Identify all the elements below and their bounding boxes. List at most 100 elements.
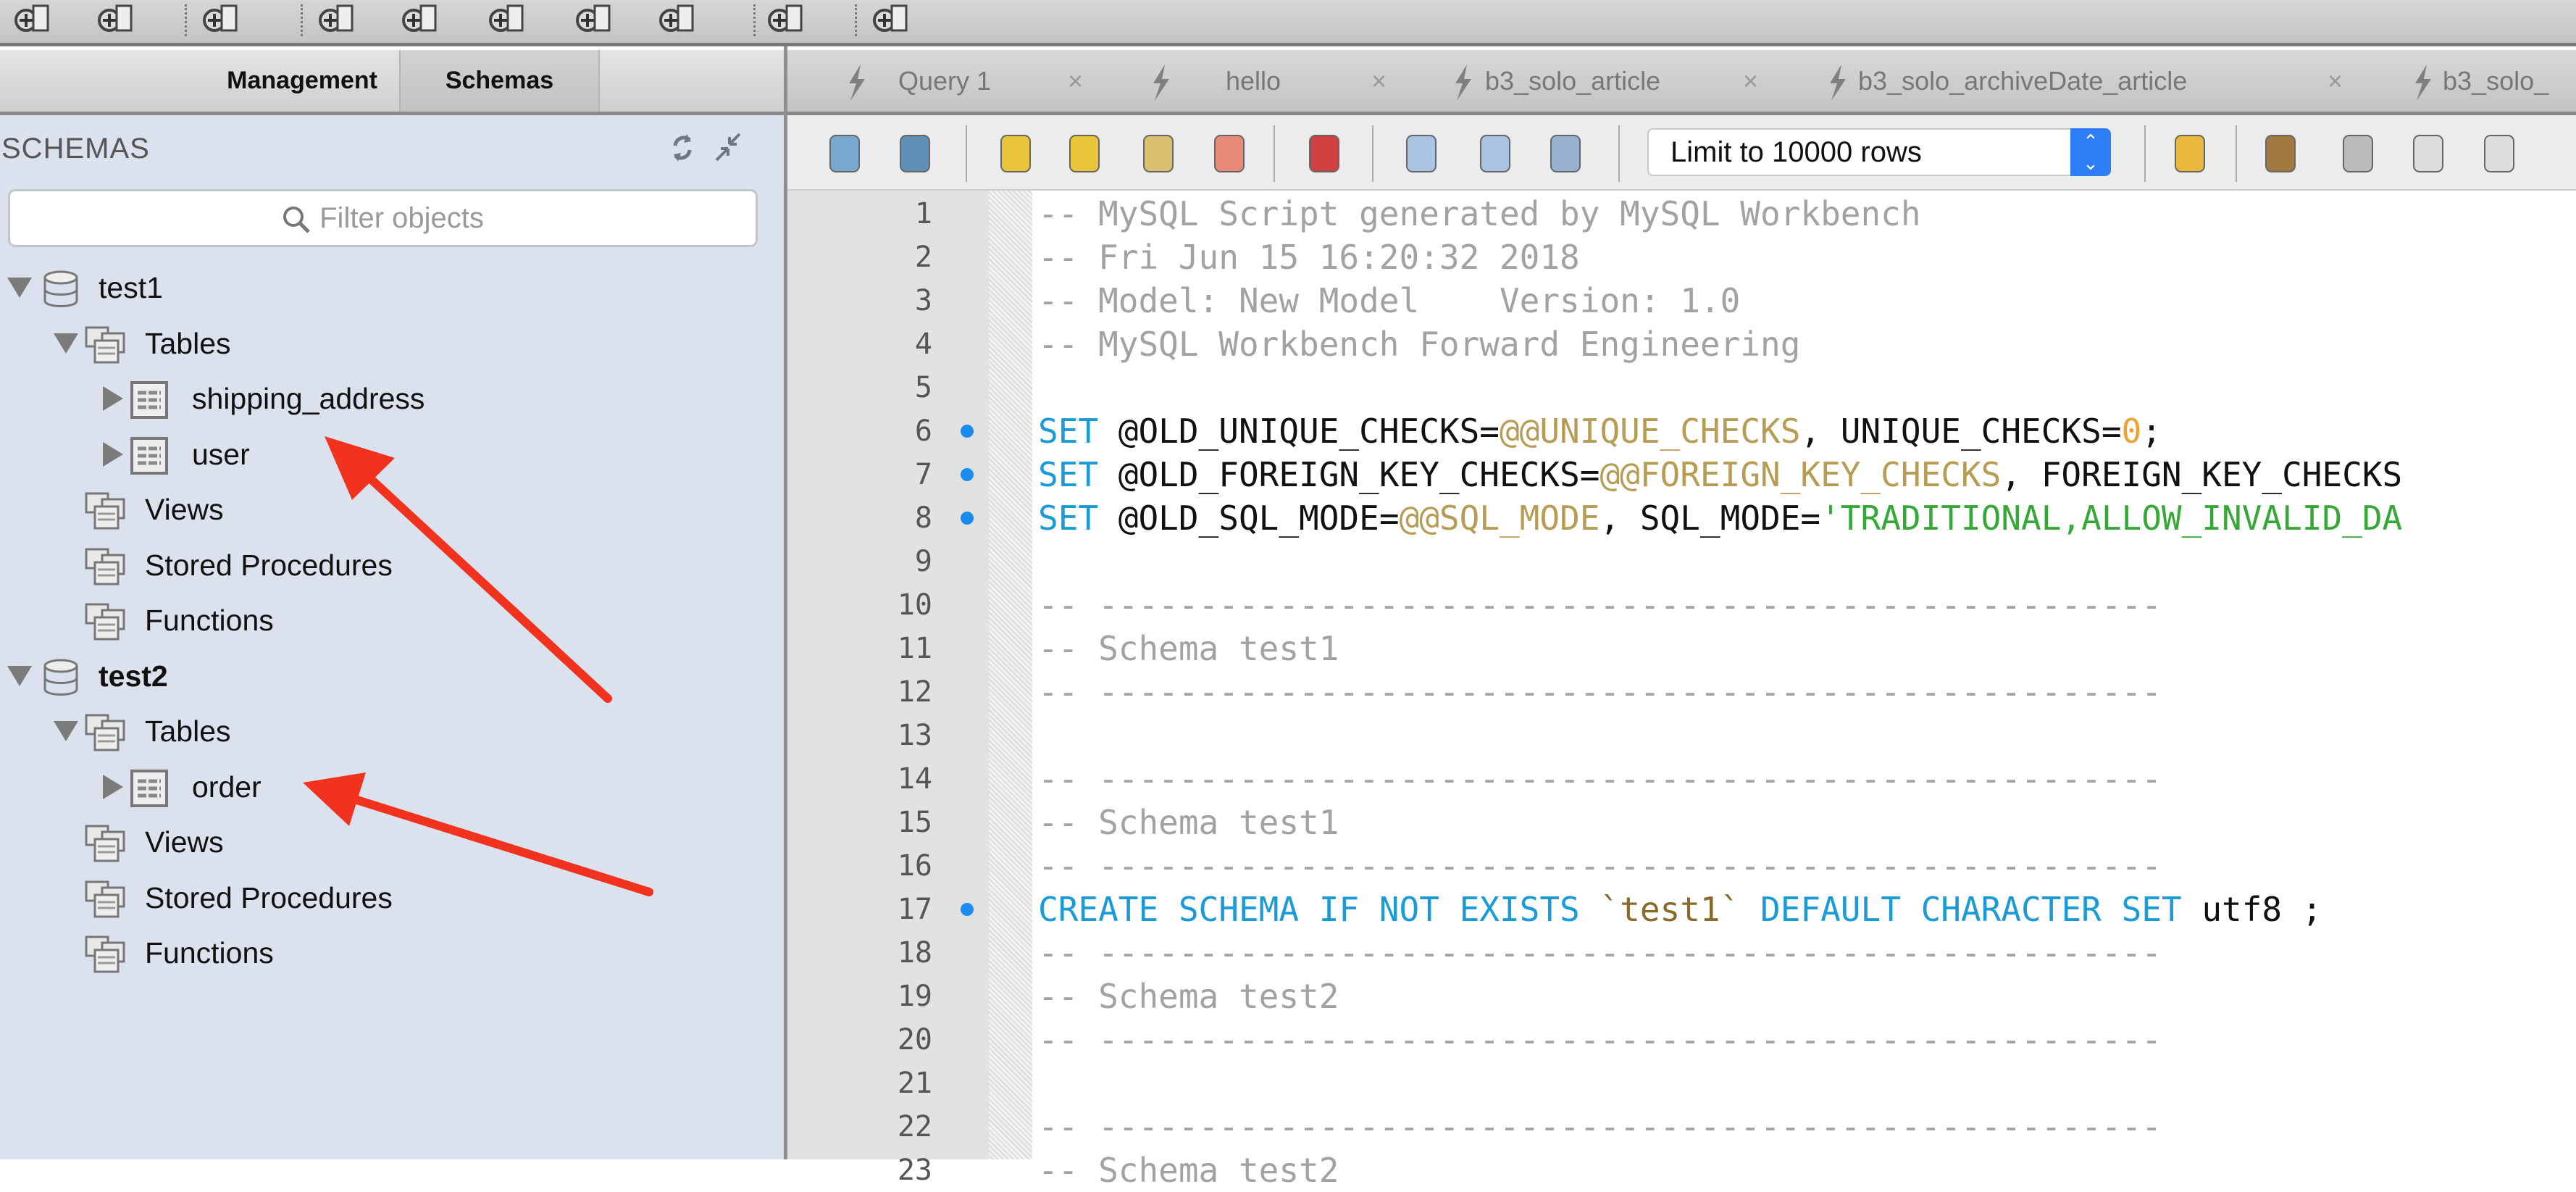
- expand-arrow-right-icon[interactable]: [103, 441, 123, 467]
- refresh-icon[interactable]: [666, 131, 703, 164]
- tab-label: b3_solo_article: [1485, 66, 1661, 96]
- code-token: -- Fri Jun 15 16:20:32 2018: [1038, 238, 1580, 277]
- tree-item-folder[interactable]: Functions: [0, 925, 775, 980]
- invisible-chars-icon[interactable]: [2408, 133, 2449, 175]
- code-token: -- Schema test2: [1038, 977, 1339, 1016]
- create-function-icon[interactable]: [659, 1, 695, 35]
- code-token: -- -------------------------------------…: [1038, 759, 2162, 799]
- code-line: -- -------------------------------------…: [1038, 670, 2162, 714]
- code-token: @@SQL_MODE: [1399, 499, 1600, 538]
- code-line: -- Schema test1: [1038, 801, 1339, 844]
- table-icon: [129, 380, 170, 424]
- schemas-title: SCHEMAS: [1, 133, 150, 164]
- line-number: 18: [897, 936, 932, 970]
- table-icon: [129, 435, 170, 480]
- tree-item-folder[interactable]: Tables: [0, 704, 775, 759]
- lightning-icon: [846, 64, 866, 101]
- filter-objects-input[interactable]: Filter objects: [8, 189, 758, 247]
- expand-arrow-right-icon[interactable]: [103, 386, 123, 411]
- tree-item-table[interactable]: user: [0, 427, 775, 482]
- expand-arrow-down-icon[interactable]: [54, 333, 78, 354]
- expand-arrow-down-icon[interactable]: [54, 721, 78, 741]
- code-line: -- Schema test2: [1038, 975, 1339, 1018]
- tree-item-table[interactable]: order: [0, 759, 775, 814]
- autocommit-icon[interactable]: [1545, 133, 1586, 175]
- search-table-data-icon[interactable]: [768, 1, 804, 35]
- code-token: utf8 ;: [2201, 890, 2322, 929]
- tree-item-folder[interactable]: Tables: [0, 316, 775, 371]
- tree-item-schema[interactable]: test1: [0, 260, 775, 315]
- stop-icon[interactable]: [1209, 133, 1250, 175]
- line-number: 2: [914, 241, 932, 274]
- code-line: -- Schema test2: [1038, 1149, 1339, 1192]
- add-snippet-icon[interactable]: [2170, 133, 2210, 175]
- tree-item-folder[interactable]: Functions: [0, 593, 775, 648]
- inspector-icon[interactable]: [203, 1, 239, 35]
- main-toolbar: [0, 0, 2576, 46]
- close-tab-icon[interactable]: ×: [1068, 50, 1083, 112]
- line-number: 14: [897, 762, 932, 796]
- code-token: -- MySQL Script generated by MySQL Workb…: [1038, 194, 1921, 233]
- beautify-icon[interactable]: [2260, 133, 2301, 175]
- limit-rows-select[interactable]: Limit to 10000 rows ⌃ ⌄: [1647, 128, 2111, 176]
- line-number: 22: [897, 1110, 932, 1143]
- code-token: -- Model: New Model Version: 1.0: [1038, 281, 1741, 320]
- create-procedure-icon[interactable]: [576, 1, 612, 35]
- tab-management[interactable]: Management: [0, 50, 399, 112]
- close-tab-icon[interactable]: ×: [1371, 50, 1387, 112]
- expand-arrow-right-icon[interactable]: [103, 774, 123, 799]
- rollback-icon[interactable]: [1475, 133, 1515, 175]
- line-number: 4: [914, 328, 932, 361]
- tree-item-folder[interactable]: Views: [0, 814, 775, 870]
- tree-item-folder[interactable]: Stored Procedures: [0, 538, 775, 593]
- word-wrap-icon[interactable]: [2479, 133, 2519, 175]
- new-sql-tab-icon[interactable]: [14, 1, 51, 35]
- tree-item-label: Views: [145, 493, 224, 526]
- tree-item-label: Functions: [145, 604, 274, 637]
- schema-icon: [42, 657, 80, 701]
- line-number: 9: [914, 545, 932, 578]
- code-line: SET @OLD_FOREIGN_KEY_CHECKS=@@FOREIGN_KE…: [1038, 453, 2402, 496]
- sidebar-tabs: Management Schemas: [0, 50, 784, 115]
- tab-schemas[interactable]: Schemas: [399, 50, 600, 112]
- commit-icon[interactable]: [1401, 133, 1442, 175]
- tree-item-label: Functions: [145, 936, 274, 970]
- close-tab-icon[interactable]: ×: [2328, 50, 2343, 112]
- toggle-error-stop-icon[interactable]: [1304, 133, 1345, 175]
- tab-label: Query 1: [898, 66, 992, 96]
- create-table-icon[interactable]: [402, 1, 438, 35]
- toolbar-separator: [2236, 125, 2237, 182]
- explain-icon[interactable]: [1138, 133, 1179, 175]
- create-view-icon[interactable]: [489, 1, 525, 35]
- save-icon[interactable]: [895, 133, 935, 175]
- execute-current-icon[interactable]: [1064, 133, 1105, 175]
- close-tab-icon[interactable]: ×: [1743, 50, 1758, 112]
- editor-tab-bar: Query 1 × hello × b3_solo_article × b3_solo_ar…: [787, 50, 2576, 115]
- tree-item-table[interactable]: shipping_address: [0, 371, 775, 426]
- code-token: -- -------------------------------------…: [1038, 1020, 2162, 1059]
- code-token: `test1`: [1599, 890, 1741, 929]
- code-token: -- -------------------------------------…: [1038, 933, 2162, 972]
- expand-arrow-down-icon[interactable]: [7, 278, 32, 298]
- line-number: 8: [914, 501, 932, 535]
- execute-icon[interactable]: [995, 133, 1036, 175]
- code-token: @@UNIQUE_CHECKS: [1499, 412, 1801, 451]
- tree-item-folder[interactable]: Stored Procedures: [0, 870, 775, 925]
- code-line: SET @OLD_SQL_MODE=@@SQL_MODE, SQL_MODE='…: [1038, 496, 2402, 540]
- folder-icon: [83, 546, 131, 591]
- toolbar-separator: [2144, 125, 2146, 182]
- line-number: 13: [897, 719, 932, 752]
- line-number: 15: [897, 806, 932, 839]
- code-token: -- Schema test1: [1038, 629, 1339, 668]
- tree-item-folder[interactable]: Views: [0, 482, 775, 537]
- collapse-icon[interactable]: [714, 131, 743, 164]
- code-line: -- MySQL Script generated by MySQL Workb…: [1038, 192, 1921, 236]
- reconnect-icon[interactable]: [873, 1, 909, 35]
- expand-arrow-down-icon[interactable]: [7, 665, 32, 686]
- open-file-icon[interactable]: [824, 133, 865, 175]
- tree-item-schema[interactable]: test2: [0, 649, 775, 704]
- find-icon[interactable]: [2338, 133, 2378, 175]
- open-sql-file-icon[interactable]: [98, 1, 134, 35]
- toolbar-separator: [185, 4, 187, 36]
- create-schema-icon[interactable]: [319, 1, 355, 35]
